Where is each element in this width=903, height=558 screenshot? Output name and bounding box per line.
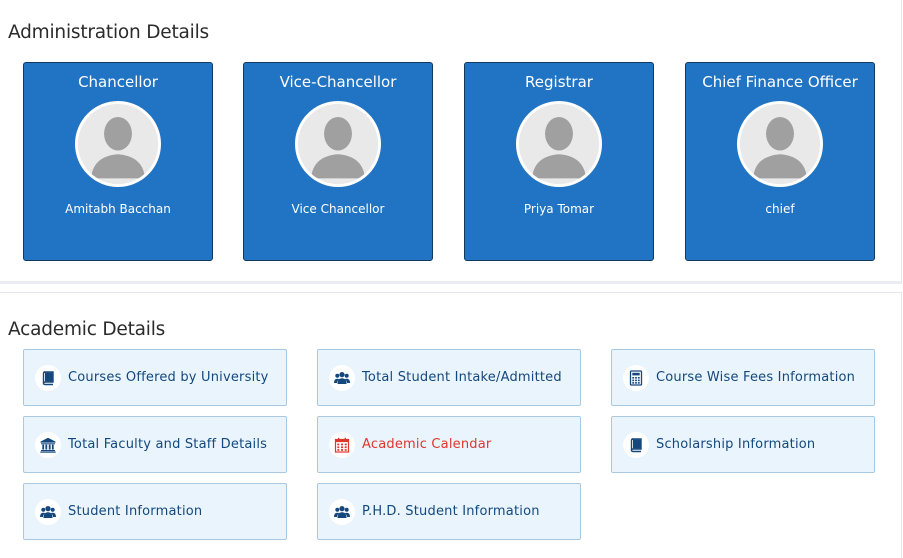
section-title-administration: Administration Details	[8, 22, 209, 43]
avatar-placeholder-icon	[516, 101, 602, 187]
link-total-student-intake[interactable]: Total Student Intake/Admitted	[317, 349, 581, 406]
link-academic-calendar[interactable]: Academic Calendar	[317, 416, 581, 473]
link-scholarship-information[interactable]: Scholarship Information	[611, 416, 875, 473]
link-student-information[interactable]: Student Information	[23, 483, 287, 540]
book-icon	[35, 364, 61, 391]
link-label: Academic Calendar	[362, 437, 492, 452]
admin-card-registrar[interactable]: Registrar Priya Tomar	[464, 62, 654, 261]
users-icon	[329, 364, 355, 391]
admin-card-role: Vice-Chancellor	[279, 73, 397, 91]
admin-card-name: Vice Chancellor	[291, 202, 385, 216]
admin-card-name: chief	[765, 202, 795, 216]
admin-card-chief-finance-officer[interactable]: Chief Finance Officer chief	[685, 62, 875, 261]
calendar-icon	[329, 431, 355, 458]
admin-card-vice-chancellor[interactable]: Vice-Chancellor Vice Chancellor	[243, 62, 433, 261]
link-phd-student-information[interactable]: P.H.D. Student Information	[317, 483, 581, 540]
users-icon	[329, 498, 355, 525]
avatar-placeholder-icon	[75, 101, 161, 187]
avatar-placeholder-icon	[295, 101, 381, 187]
link-label: Scholarship Information	[656, 437, 816, 452]
link-label: Student Information	[68, 504, 203, 519]
book-icon	[623, 431, 649, 458]
link-course-wise-fees[interactable]: Course Wise Fees Information	[611, 349, 875, 406]
admin-card-name: Priya Tomar	[523, 202, 595, 216]
link-courses-offered[interactable]: Courses Offered by University	[23, 349, 287, 406]
section-title-academic: Academic Details	[8, 319, 166, 340]
academic-panel: Academic Details Courses Offered by Univ…	[0, 292, 902, 558]
admin-card-chancellor[interactable]: Chancellor Amitabh Bacchan	[23, 62, 213, 261]
admin-card-role: Chancellor	[78, 73, 158, 91]
users-icon	[35, 498, 61, 525]
link-label: Total Student Intake/Admitted	[362, 370, 562, 385]
link-label: Course Wise Fees Information	[656, 370, 856, 385]
avatar-placeholder-icon	[737, 101, 823, 187]
calculator-icon	[623, 364, 649, 391]
link-label: Total Faculty and Staff Details	[68, 437, 268, 452]
link-total-faculty-staff[interactable]: Total Faculty and Staff Details	[23, 416, 287, 473]
administration-panel: Administration Details Chancellor Amitab…	[0, 0, 902, 284]
admin-card-role: Registrar	[525, 73, 593, 91]
link-label: Courses Offered by University	[68, 370, 269, 385]
link-label: P.H.D. Student Information	[362, 504, 540, 519]
admin-card-role: Chief Finance Officer	[702, 73, 858, 91]
admin-card-name: Amitabh Bacchan	[65, 202, 171, 216]
institution-icon	[35, 431, 61, 458]
